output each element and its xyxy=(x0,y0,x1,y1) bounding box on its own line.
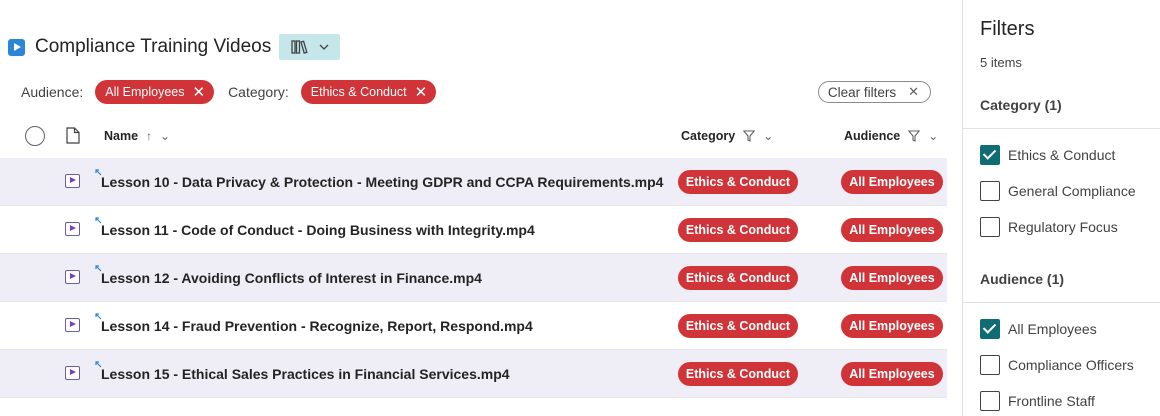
video-list-icon xyxy=(8,38,25,56)
audience-tag: All Employees xyxy=(841,266,943,290)
column-header-audience[interactable]: Audience ⌄ xyxy=(844,129,938,143)
video-file-icon xyxy=(65,318,80,332)
video-file-icon xyxy=(65,366,80,380)
list-main: Compliance Training Videos Audience: All… xyxy=(0,0,962,416)
audience-option-compliance-officers[interactable]: Compliance Officers xyxy=(980,355,1134,375)
audience-option-label: Compliance Officers xyxy=(1008,357,1134,373)
table-row[interactable]: Lesson 15 - Ethical Sales Practices in F… xyxy=(0,350,947,398)
column-category-label: Category xyxy=(681,129,736,143)
audience-filter-label: Audience: xyxy=(21,84,84,100)
filters-pane-title: Filters xyxy=(980,18,1035,40)
category-option-label: Regulatory Focus xyxy=(1008,219,1118,235)
table-row[interactable]: Lesson 14 - Fraud Prevention - Recognize… xyxy=(0,302,947,350)
select-all-checkbox[interactable] xyxy=(25,126,45,146)
file-name-link[interactable]: Lesson 11 - Code of Conduct - Doing Busi… xyxy=(101,222,535,238)
category-option-label: General Compliance xyxy=(1008,183,1136,199)
category-tag: Ethics & Conduct xyxy=(678,362,798,386)
audience-tag: All Employees xyxy=(841,218,943,242)
audience-section-title[interactable]: Audience (1) xyxy=(980,271,1064,287)
chevron-down-icon: ⌄ xyxy=(763,129,774,143)
audience-tag: All Employees xyxy=(841,170,943,194)
column-header-name[interactable]: Name ↑ ⌄ xyxy=(104,129,170,143)
video-file-icon xyxy=(65,270,80,284)
item-count: 5 items xyxy=(980,55,1022,70)
category-checkbox-1[interactable] xyxy=(980,181,1000,201)
audience-filter-value: All Employees xyxy=(105,85,185,99)
title-row: Compliance Training Videos xyxy=(8,34,341,60)
divider xyxy=(963,128,1160,129)
category-checkbox-2[interactable] xyxy=(980,217,1000,237)
active-filters-bar: Audience: All Employees ✕ Category: Ethi… xyxy=(21,80,931,104)
table-row[interactable]: Lesson 10 - Data Privacy & Protection - … xyxy=(0,158,947,206)
video-file-icon xyxy=(65,174,80,188)
category-tag: Ethics & Conduct xyxy=(678,266,798,290)
category-option-ethics-conduct[interactable]: Ethics & Conduct xyxy=(980,145,1115,165)
video-file-icon xyxy=(65,222,80,236)
category-tag: Ethics & Conduct xyxy=(678,170,798,194)
audience-checkbox-2[interactable] xyxy=(980,391,1000,411)
category-section-title[interactable]: Category (1) xyxy=(980,97,1062,113)
table-row[interactable]: Lesson 11 - Code of Conduct - Doing Busi… xyxy=(0,206,947,254)
category-tag: Ethics & Conduct xyxy=(678,218,798,242)
category-option-label: Ethics & Conduct xyxy=(1008,147,1116,163)
filter-icon xyxy=(908,130,921,142)
file-list: Lesson 10 - Data Privacy & Protection - … xyxy=(0,158,947,398)
filter-icon xyxy=(743,130,756,142)
clear-filters-button[interactable]: Clear filters ✕ xyxy=(817,81,931,103)
audience-tag: All Employees xyxy=(841,314,943,338)
chevron-down-icon: ⌄ xyxy=(160,129,171,143)
audience-checkbox-1[interactable] xyxy=(980,355,1000,375)
category-filter-pill[interactable]: Ethics & Conduct ✕ xyxy=(300,80,437,104)
audience-filter-pill[interactable]: All Employees ✕ xyxy=(95,80,215,104)
category-tag: Ethics & Conduct xyxy=(678,314,798,338)
divider xyxy=(963,302,1160,303)
audience-checkbox-0[interactable] xyxy=(980,319,1000,339)
library-icon xyxy=(291,40,308,54)
page-title: Compliance Training Videos xyxy=(35,36,272,57)
remove-category-filter-icon[interactable]: ✕ xyxy=(415,85,428,100)
category-option-general-compliance[interactable]: General Compliance xyxy=(980,181,1136,201)
audience-option-all-employees[interactable]: All Employees xyxy=(980,319,1097,339)
column-header-row: Name ↑ ⌄ Category ⌄ Audience ⌄ xyxy=(0,120,947,152)
close-icon: ✕ xyxy=(908,84,919,99)
column-header-category[interactable]: Category ⌄ xyxy=(681,129,773,143)
file-name-link[interactable]: Lesson 12 - Avoiding Conflicts of Intere… xyxy=(101,270,482,286)
sort-ascending-icon: ↑ xyxy=(146,129,153,143)
view-switcher-button[interactable] xyxy=(279,34,341,60)
category-checkbox-0[interactable] xyxy=(980,145,1000,165)
chevron-down-icon: ⌄ xyxy=(928,129,939,143)
audience-option-label: Frontline Staff xyxy=(1008,393,1095,409)
audience-tag: All Employees xyxy=(841,362,943,386)
clear-filters-label: Clear filters xyxy=(827,84,897,100)
file-type-icon xyxy=(66,127,80,144)
column-name-label: Name xyxy=(104,129,139,143)
category-filter-label: Category: xyxy=(228,84,289,100)
table-row[interactable]: Lesson 12 - Avoiding Conflicts of Intere… xyxy=(0,254,947,302)
category-filter-value: Ethics & Conduct xyxy=(310,85,407,99)
category-option-regulatory-focus[interactable]: Regulatory Focus xyxy=(980,217,1118,237)
chevron-down-icon xyxy=(319,44,329,50)
file-name-link[interactable]: Lesson 10 - Data Privacy & Protection - … xyxy=(101,174,663,190)
remove-audience-filter-icon[interactable]: ✕ xyxy=(192,85,205,100)
audience-option-label: All Employees xyxy=(1008,321,1097,337)
column-audience-label: Audience xyxy=(844,129,901,143)
file-name-link[interactable]: Lesson 15 - Ethical Sales Practices in F… xyxy=(101,366,510,382)
filters-pane: Filters 5 items Category (1) Ethics & Co… xyxy=(962,0,1160,416)
file-name-link[interactable]: Lesson 14 - Fraud Prevention - Recognize… xyxy=(101,318,533,334)
audience-option-frontline-staff[interactable]: Frontline Staff xyxy=(980,391,1095,411)
